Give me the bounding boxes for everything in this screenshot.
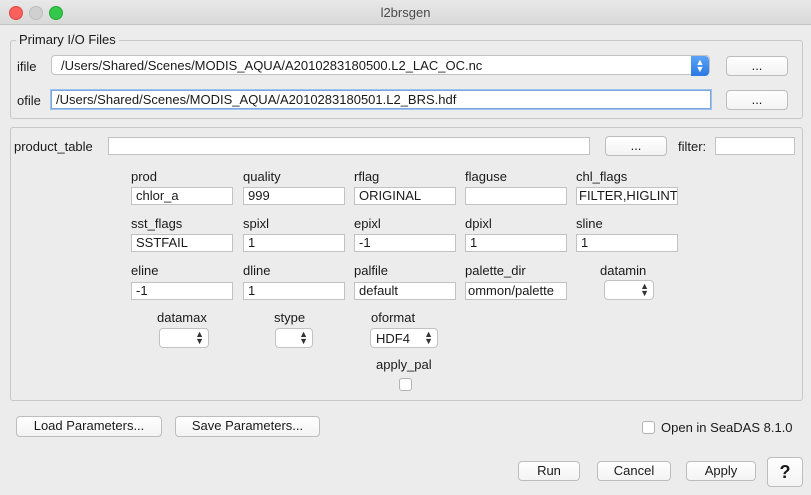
- eline-field[interactable]: -1: [131, 282, 233, 300]
- datamin-select[interactable]: ▲ ▼: [604, 280, 654, 300]
- title-bar: l2brsgen: [0, 0, 811, 25]
- ifile-label: ifile: [17, 59, 37, 74]
- flaguse-label: flaguse: [465, 169, 507, 184]
- product-table-field[interactable]: [108, 137, 590, 155]
- sst-flags-field[interactable]: SSTFAIL: [131, 234, 233, 252]
- sst-flags-label: sst_flags: [131, 216, 183, 231]
- combo-stepper-icon[interactable]: ▲ ▼: [691, 56, 709, 76]
- epixl-label: epixl: [354, 216, 381, 231]
- up-down-arrows-icon: ▲ ▼: [424, 329, 433, 346]
- sline-field[interactable]: 1: [576, 234, 678, 252]
- spixl-field[interactable]: 1: [243, 234, 345, 252]
- epixl-field[interactable]: -1: [354, 234, 456, 252]
- apply-pal-label: apply_pal: [376, 357, 432, 372]
- quality-label: quality: [243, 169, 281, 184]
- up-down-arrows-icon: ▲ ▼: [640, 281, 649, 298]
- chl-flags-label: chl_flags: [576, 169, 628, 184]
- palfile-field[interactable]: default: [354, 282, 456, 300]
- ifile-combo[interactable]: /Users/Shared/Scenes/MODIS_AQUA/A2010283…: [51, 55, 710, 76]
- ofile-browse-button[interactable]: ...: [726, 90, 788, 110]
- datamin-label: datamin: [600, 263, 647, 278]
- oformat-value: HDF4: [376, 331, 410, 346]
- stype-select[interactable]: ▲ ▼: [275, 328, 313, 348]
- palette-dir-field[interactable]: ommon/palette: [465, 282, 567, 300]
- io-legend: Primary I/O Files: [16, 32, 119, 47]
- open-seadas-checkbox[interactable]: [642, 421, 655, 434]
- datamax-select[interactable]: ▲ ▼: [159, 328, 209, 348]
- oformat-label: oformat: [371, 310, 416, 325]
- up-down-arrows-icon: ▲ ▼: [299, 329, 308, 346]
- up-down-arrows-icon: ▲ ▼: [195, 329, 204, 346]
- ofile-field[interactable]: /Users/Shared/Scenes/MODIS_AQUA/A2010283…: [51, 90, 711, 109]
- quality-field[interactable]: 999: [243, 187, 345, 205]
- filter-label: filter:: [678, 139, 707, 154]
- help-button[interactable]: ?: [767, 457, 803, 487]
- chl-flags-field[interactable]: FILTER,HIGLINT: [576, 187, 678, 205]
- eline-label: eline: [131, 263, 159, 278]
- open-seadas-label: Open in SeaDAS 8.1.0: [661, 420, 793, 435]
- ifile-value: /Users/Shared/Scenes/MODIS_AQUA/A2010283…: [61, 58, 483, 73]
- rflag-label: rflag: [354, 169, 380, 184]
- filter-field[interactable]: [715, 137, 795, 155]
- flaguse-field[interactable]: [465, 187, 567, 205]
- dpixl-label: dpixl: [465, 216, 492, 231]
- product-table-label: product_table: [14, 139, 93, 154]
- ifile-browse-button[interactable]: ...: [726, 56, 788, 76]
- dline-field[interactable]: 1: [243, 282, 345, 300]
- save-parameters-button[interactable]: Save Parameters...: [175, 416, 320, 437]
- stype-label: stype: [274, 310, 306, 325]
- palfile-label: palfile: [354, 263, 388, 278]
- cancel-button[interactable]: Cancel: [597, 461, 671, 481]
- oformat-select[interactable]: HDF4 ▲ ▼: [370, 328, 438, 348]
- run-button[interactable]: Run: [518, 461, 580, 481]
- apply-button[interactable]: Apply: [686, 461, 756, 481]
- prod-field[interactable]: chlor_a: [131, 187, 233, 205]
- prod-label: prod: [131, 169, 158, 184]
- product-table-browse-button[interactable]: ...: [605, 136, 667, 156]
- datamax-label: datamax: [157, 310, 207, 325]
- rflag-field[interactable]: ORIGINAL: [354, 187, 456, 205]
- palette-dir-label: palette_dir: [465, 263, 526, 278]
- load-parameters-button[interactable]: Load Parameters...: [16, 416, 162, 437]
- spixl-label: spixl: [243, 216, 270, 231]
- apply-pal-checkbox[interactable]: [399, 378, 412, 391]
- dline-label: dline: [243, 263, 271, 278]
- dpixl-field[interactable]: 1: [465, 234, 567, 252]
- window-title: l2brsgen: [380, 5, 431, 20]
- sline-label: sline: [576, 216, 603, 231]
- ofile-label: ofile: [17, 93, 41, 108]
